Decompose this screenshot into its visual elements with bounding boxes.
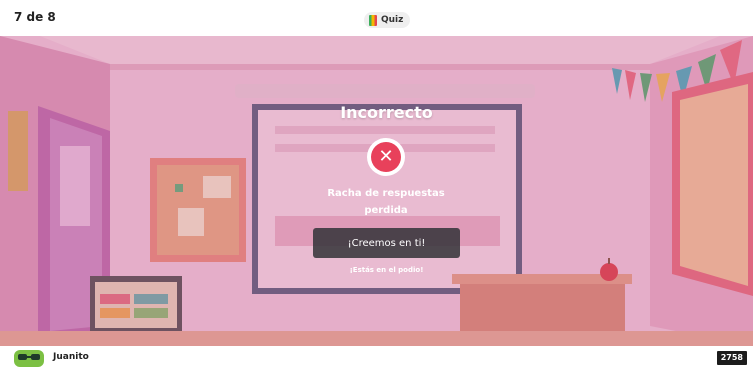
streak-line-2: perdida xyxy=(364,205,408,216)
quiz-icon xyxy=(369,14,377,26)
player-name: Juanito xyxy=(53,352,89,362)
classroom-background: Incorrecto ✕ Racha de respuestas perdida… xyxy=(0,36,753,346)
score-badge: 2758 xyxy=(716,351,747,365)
cheer-button[interactable]: ¡Creemos en ti! xyxy=(313,228,460,258)
avatar xyxy=(14,346,44,367)
player-bar: Juanito 2758 xyxy=(0,346,753,367)
result-title: Incorrecto xyxy=(340,103,433,122)
question-counter: 7 de 8 xyxy=(14,10,56,24)
podium-note: ¡Estás en el podio! xyxy=(349,266,424,274)
wrong-x-icon: ✕ xyxy=(371,142,401,172)
streak-message: Racha de respuestas perdida xyxy=(316,185,456,219)
streak-line-1: Racha de respuestas xyxy=(327,188,445,199)
wrong-answer-badge: ✕ xyxy=(367,138,405,176)
quiz-mode-badge: Quiz xyxy=(364,12,411,28)
top-bar: 7 de 8 Quiz xyxy=(0,0,753,36)
quiz-mode-label: Quiz xyxy=(381,15,404,25)
